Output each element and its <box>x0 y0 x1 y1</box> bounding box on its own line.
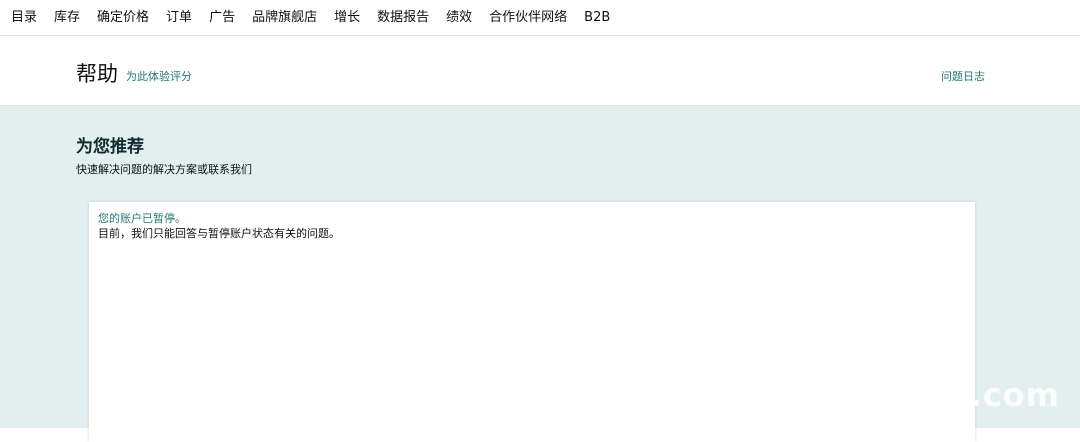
nav-item-performance[interactable]: 绩效 <box>446 0 472 36</box>
nav-item-orders[interactable]: 订单 <box>166 0 192 36</box>
help-header: 帮助 为此体验评分 问题日志 <box>0 37 1080 106</box>
account-suspended-link[interactable]: 您的账户已暂停。 <box>98 211 966 226</box>
watermark: .com <box>969 376 1060 414</box>
nav-item-catalog[interactable]: 目录 <box>11 0 37 36</box>
nav-item-advertising[interactable]: 广告 <box>209 0 235 36</box>
rate-experience-link[interactable]: 为此体验评分 <box>126 68 192 84</box>
page-title: 帮助 <box>76 62 118 86</box>
section-title: 为您推荐 <box>76 137 144 157</box>
nav-item-inventory[interactable]: 库存 <box>54 0 80 36</box>
nav-item-partner-network[interactable]: 合作伙伴网络 <box>489 0 567 36</box>
account-status-card: 您的账户已暂停。 目前，我们只能回答与暂停账户状态有关的问题。 <box>89 202 975 442</box>
nav-item-pricing[interactable]: 确定价格 <box>97 0 149 36</box>
account-suspended-message: 目前，我们只能回答与暂停账户状态有关的问题。 <box>98 227 340 240</box>
section-subtitle: 快速解决问题的解决方案或联系我们 <box>76 163 252 176</box>
nav-item-b2b[interactable]: B2B <box>584 0 610 36</box>
nav-item-brand-store[interactable]: 品牌旗舰店 <box>252 0 317 36</box>
recommendation-section: 为您推荐 快速解决问题的解决方案或联系我们 您的账户已暂停。 目前，我们只能回答… <box>0 106 1080 442</box>
issue-log-link[interactable]: 问题日志 <box>941 68 985 84</box>
nav-item-reports[interactable]: 数据报告 <box>377 0 429 36</box>
top-navigation: 目录 库存 确定价格 订单 广告 品牌旗舰店 增长 数据报告 绩效 合作伙伴网络… <box>0 0 1080 36</box>
nav-item-growth[interactable]: 增长 <box>334 0 360 36</box>
